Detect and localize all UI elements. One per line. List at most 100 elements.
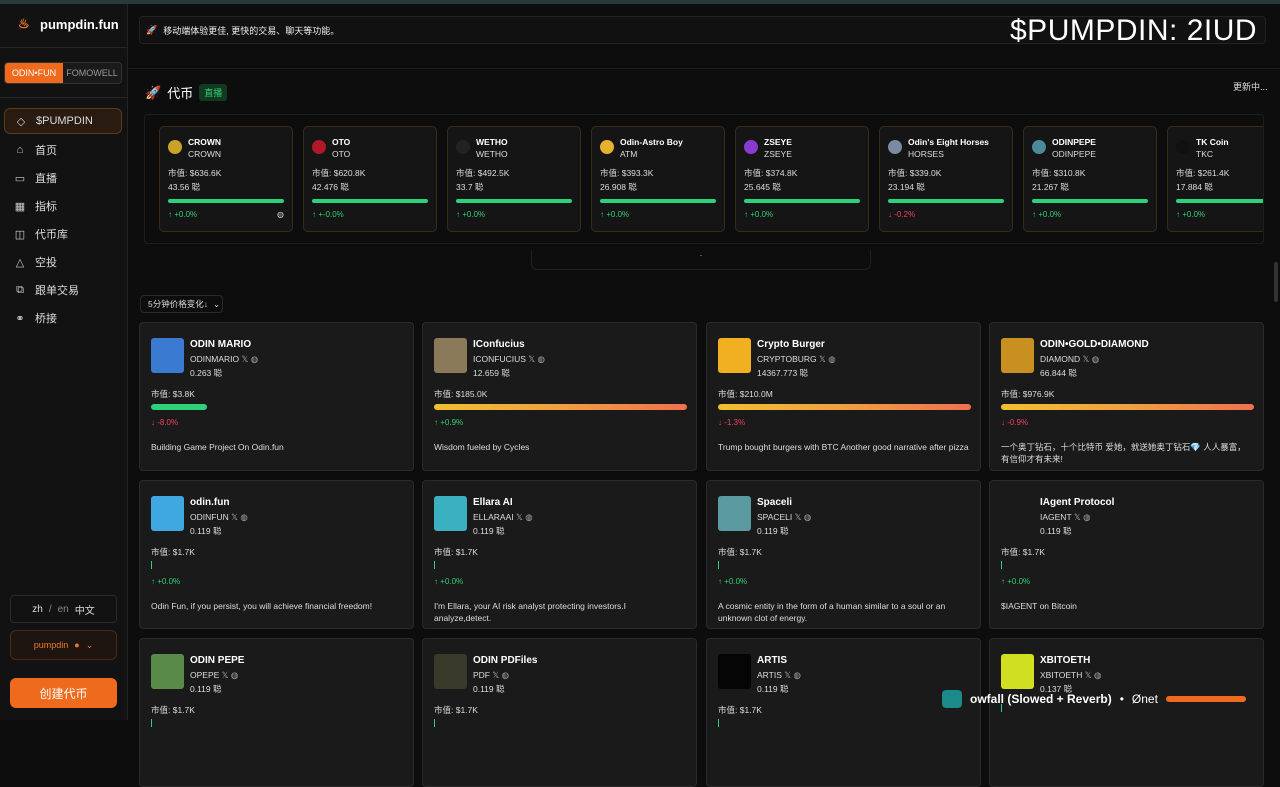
progress-bar <box>600 199 716 203</box>
token-card[interactable]: IConfucius ICONFUCIUS 𝕏 ◍ 12.659 聪市值: $185… <box>422 322 697 471</box>
x-icon[interactable]: 𝕏 <box>242 354 249 364</box>
sidebar-item-5[interactable]: △ 空投 <box>4 248 122 276</box>
web-icon[interactable]: ◍ <box>794 670 801 680</box>
web-icon[interactable]: ◍ <box>525 512 532 522</box>
progress-bar <box>168 199 284 203</box>
web-icon[interactable]: ◍ <box>1083 512 1090 522</box>
x-icon[interactable]: 𝕏 <box>795 512 802 522</box>
token-card[interactable]: Ellara AI ELLARAAI 𝕏 ◍ 0.119 聪市值: $1.7K ↑ +… <box>422 480 697 629</box>
window-top-border <box>0 0 1280 4</box>
x-icon[interactable]: 𝕏 <box>492 670 499 680</box>
lang-zh[interactable]: zh <box>32 604 43 615</box>
market-cap: 市值: $636.6K <box>168 168 222 178</box>
flame-icon: ● <box>74 640 80 650</box>
x-icon[interactable]: 𝕏 <box>528 354 535 364</box>
web-icon[interactable]: ◍ <box>1094 670 1101 680</box>
token-name: Odin's Eight Horses <box>908 137 989 147</box>
web-icon[interactable]: ◍ <box>828 354 835 364</box>
token-symbol: PDF <box>473 670 490 680</box>
token-name: Ellara AI <box>473 497 513 508</box>
app-logo[interactable]: ♨ pumpdin.fun <box>18 16 119 32</box>
token-card[interactable]: ODIN MARIO ODINMARIO 𝕏 ◍ 0.263 聪市值: $3.8K ↓… <box>139 322 414 471</box>
price-change: ↑ +-0.0% <box>312 210 344 219</box>
web-icon[interactable]: ◍ <box>251 354 258 364</box>
tab-odinfun[interactable]: ODIN•FUN <box>5 63 63 83</box>
trending-token-card[interactable]: ODINPEPE ODINPEPE 市值: $310.8K 21.267 聪 ↑ +0.… <box>1023 126 1157 232</box>
trending-token-card[interactable]: TK Coin TKC 市值: $261.4K 17.884 聪 ↑ +0.0% <box>1167 126 1263 232</box>
x-icon[interactable]: 𝕏 <box>516 512 523 522</box>
tab-fomowell[interactable]: FOMOWELL <box>63 63 121 83</box>
token-card[interactable]: ODIN PEPE OPEPE 𝕏 ◍ 0.119 聪市值: $1.7K <box>139 638 414 787</box>
web-icon[interactable]: ◍ <box>231 670 238 680</box>
token-name: XBITOETH <box>1040 655 1091 666</box>
sidebar-item-2[interactable]: ▭ 直播 <box>4 164 122 192</box>
user-name: pumpdin <box>33 640 69 650</box>
sidebar-item-1[interactable]: ⌂ 首页 <box>4 136 122 164</box>
trending-token-card[interactable]: Odin's Eight Horses HORSES 市值: $339.0K 23.1… <box>879 126 1013 232</box>
progress-bar <box>434 719 435 727</box>
player-progress[interactable] <box>1165 696 1246 702</box>
market-cap: 市值: $976.9K <box>1001 389 1055 399</box>
sidebar-item-3[interactable]: ▦ 指标 <box>4 192 122 220</box>
trending-token-card[interactable]: WETHO WETHO 市值: $492.5K 33.7 聪 ↑ +0.0% <box>447 126 581 232</box>
globe-icon[interactable]: ◍ <box>277 210 284 219</box>
x-icon[interactable]: 𝕏 <box>222 670 229 680</box>
web-icon[interactable]: ◍ <box>240 512 247 522</box>
sidebar-item-6[interactable]: ⧉ 跟单交易 <box>4 276 122 304</box>
token-card[interactable]: XBITOETH XBITOETH 𝕏 ◍ 0.137 聪 <box>989 638 1264 787</box>
holders: 0.119 聪 <box>473 526 505 536</box>
market-cap: 市值: $261.4K <box>1176 168 1230 178</box>
token-card[interactable]: IAgent Protocol IAGENT 𝕏 ◍ 0.119 聪市值: $1.7… <box>989 480 1264 629</box>
token-description: $IAGENT on Bitcoin <box>1001 601 1077 611</box>
sidebar-item-7[interactable]: ⚭ 桥接 <box>4 304 122 332</box>
x-icon[interactable]: 𝕏 <box>1085 670 1092 680</box>
holders: 0.263 聪 <box>190 368 223 378</box>
progress-bar <box>888 199 1004 203</box>
web-icon[interactable]: ◍ <box>804 512 811 522</box>
trending-tokens-carousel[interactable]: CROWN CROWN 市值: $636.6K 43.56 聪 ↑ +0.0% ◍ OTO O… <box>144 114 1264 244</box>
trending-token-card[interactable]: ZSEYE ZSEYE 市值: $374.8K 25.645 聪 ↑ +0.0% <box>735 126 869 232</box>
web-icon[interactable]: ◍ <box>502 670 509 680</box>
lang-separator: / <box>48 603 52 615</box>
token-image <box>1001 338 1034 373</box>
carousel-pager[interactable]: · <box>531 250 871 270</box>
token-name: ODIN•GOLD•DIAMOND <box>1040 339 1149 350</box>
x-icon[interactable]: 𝕏 <box>1074 512 1081 522</box>
token-card[interactable]: Crypto Burger CRYPTOBURG 𝕏 ◍ 14367.773 聪市值… <box>706 322 981 471</box>
sidebar-item-label: 指标 <box>35 201 57 213</box>
x-icon[interactable]: 𝕏 <box>231 512 238 522</box>
language-switcher[interactable]: zh / en 中文 <box>10 595 117 623</box>
x-icon[interactable]: 𝕏 <box>819 354 826 364</box>
x-icon[interactable]: 𝕏 <box>784 670 791 680</box>
x-icon[interactable]: 𝕏 <box>1083 354 1090 364</box>
web-icon[interactable]: ◍ <box>1092 354 1099 364</box>
token-name: OTO <box>332 137 351 147</box>
sidebar-item-4[interactable]: ◫ 代币库 <box>4 220 122 248</box>
trending-token-card[interactable]: OTO OTO 市值: $620.8K 42.476 聪 ↑ +-0.0% <box>303 126 437 232</box>
scrollbar[interactable] <box>1274 262 1278 302</box>
sort-select[interactable]: 5分钟价格变化↓ ⌄ <box>140 295 223 313</box>
section-title: 代币 <box>167 86 194 101</box>
token-description: Trump bought burgers with BTC Another go… <box>718 442 969 452</box>
holders: 0.119 聪 <box>757 684 789 694</box>
user-menu-button[interactable]: pumpdin ● ⌄ <box>10 630 117 660</box>
trending-token-card[interactable]: CROWN CROWN 市值: $636.6K 43.56 聪 ↑ +0.0% ◍ <box>159 126 293 232</box>
sidebar-item-0[interactable]: ◇ $PUMPDIN <box>4 108 122 134</box>
market-cap: 市值: $1.7K <box>434 705 478 715</box>
price-change: ↓ -0.9% <box>1001 418 1029 427</box>
music-player[interactable]: owfall (Slowed + Reverb) • Ønet <box>942 686 1272 712</box>
lang-en[interactable]: en <box>58 604 69 615</box>
create-token-button[interactable]: 创建代币 <box>10 678 117 708</box>
token-card[interactable]: ODIN PDFiles PDF 𝕏 ◍ 0.119 聪市值: $1.7K <box>422 638 697 787</box>
token-symbol: WETHO <box>476 149 508 159</box>
platform-switch[interactable]: ODIN•FUN FOMOWELL <box>4 62 122 84</box>
web-icon[interactable]: ◍ <box>538 354 545 364</box>
token-card[interactable]: ARTIS ARTIS 𝕏 ◍ 0.119 聪市值: $1.7K <box>706 638 981 787</box>
token-card[interactable]: odin.fun ODINFUN 𝕏 ◍ 0.119 聪市值: $1.7K ↑ +0.… <box>139 480 414 629</box>
token-card[interactable]: ODIN•GOLD•DIAMOND DIAMOND 𝕏 ◍ 66.844 聪市值: … <box>989 322 1264 471</box>
trending-token-card[interactable]: Odin-Astro Boy ATM 市值: $393.3K 26.908 聪 ↑ +0… <box>591 126 725 232</box>
price-change: ↓ -0.2% <box>888 210 916 219</box>
token-card[interactable]: Spaceli SPACELI 𝕏 ◍ 0.119 聪市值: $1.7K ↑ +0.0… <box>706 480 981 629</box>
progress-bar <box>151 719 152 727</box>
holders: 17.884 聪 <box>1176 182 1213 192</box>
